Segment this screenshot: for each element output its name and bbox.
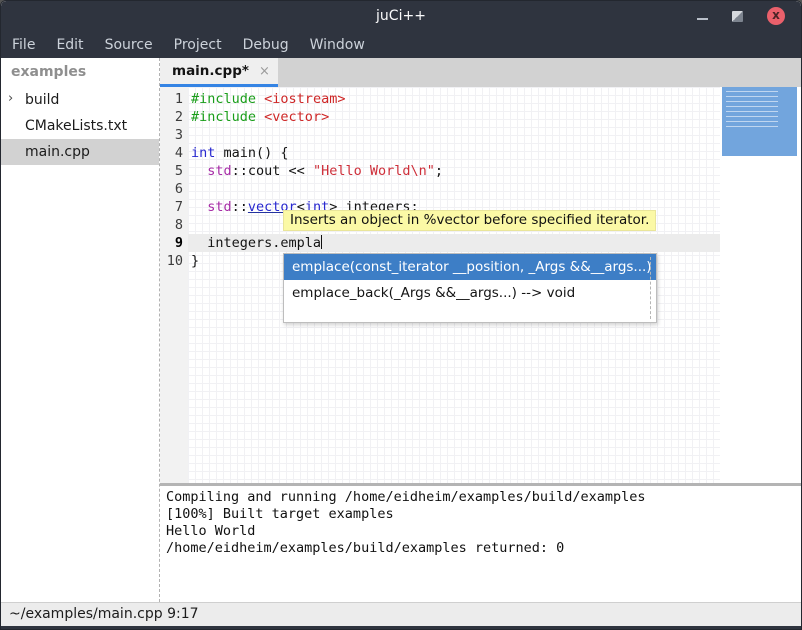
line-number: 6 <box>160 180 188 198</box>
line-number: 9 <box>160 234 188 252</box>
main-area: examples › build CMakeLists.txt main.cpp ma… <box>1 58 801 602</box>
code-segment: std <box>207 199 231 215</box>
menubar: File Edit Source Project Debug Window <box>1 31 801 58</box>
tabbar: main.cpp* × <box>160 58 801 87</box>
code-segment: #include <box>191 91 256 107</box>
menu-item-source[interactable]: Source <box>105 37 153 53</box>
menu-item-project[interactable]: Project <box>174 37 222 53</box>
line-number: 10 <box>160 252 188 270</box>
editor: 12345678910 Inserts an object in %vector… <box>160 87 801 483</box>
code-segment: <vector> <box>264 109 329 125</box>
titlebar: juCi++ x <box>1 1 801 31</box>
editor-column: main.cpp* × 12345678910 Inserts an object… <box>160 58 801 602</box>
tab-label: main.cpp* <box>172 63 249 79</box>
build-output-panel[interactable]: Compiling and running /home/eidheim/exam… <box>160 486 801 602</box>
window-title: juCi++ <box>1 8 801 24</box>
code-segment <box>256 109 264 125</box>
window-controls: x <box>697 7 801 25</box>
menu-item-window[interactable]: Window <box>310 37 365 53</box>
code-segment <box>191 163 207 179</box>
autocomplete-item[interactable]: emplace(const_iterator __position, _Args… <box>284 254 656 280</box>
line-number: 1 <box>160 90 188 108</box>
chevron-right-icon[interactable]: › <box>8 91 13 106</box>
line-number: 3 <box>160 126 188 144</box>
file-tree: › build CMakeLists.txt main.cpp <box>1 87 159 165</box>
autocomplete-scrollbar[interactable] <box>650 257 651 319</box>
output-line: Compiling and running /home/eidheim/exam… <box>166 489 801 506</box>
code-segment: <iostream> <box>264 91 345 107</box>
line-number: 2 <box>160 108 188 126</box>
menu-item-debug[interactable]: Debug <box>243 37 289 53</box>
line-number: 5 <box>160 162 188 180</box>
line-number: 7 <box>160 198 188 216</box>
code-line[interactable] <box>188 180 720 198</box>
tree-item-label: main.cpp <box>25 144 90 160</box>
tab-close-icon[interactable]: × <box>259 64 270 79</box>
code-segment: "Hello World\n" <box>313 163 435 179</box>
statusbar: ~/examples/main.cpp 9:17 <box>1 602 801 626</box>
autocomplete-popup: emplace(const_iterator __position, _Args… <box>283 253 657 323</box>
sidebar-item-cmakelists.txt[interactable]: CMakeLists.txt <box>1 113 159 139</box>
autocomplete-item[interactable]: emplace_back(_Args &&__args...) --> void <box>284 280 656 306</box>
code-segment: std <box>207 163 231 179</box>
code-segment <box>191 199 207 215</box>
window-bottom-edge <box>1 626 801 629</box>
code-segment: :: <box>232 199 248 215</box>
menu-item-file[interactable]: File <box>12 37 35 53</box>
project-name-label: examples <box>1 58 159 87</box>
code-line[interactable] <box>188 126 720 144</box>
line-number-gutter: 12345678910 <box>160 87 188 483</box>
line-number: 4 <box>160 144 188 162</box>
code-segment: int <box>191 145 215 161</box>
code-line[interactable]: int main() { <box>188 144 720 162</box>
code-segment: ; <box>435 163 443 179</box>
tree-item-label: CMakeLists.txt <box>25 118 127 134</box>
line-number: 8 <box>160 216 188 234</box>
code-segment: integers.empla <box>191 235 321 251</box>
sidebar-item-main.cpp[interactable]: main.cpp <box>1 139 159 165</box>
code-segment: ::cout << <box>232 163 313 179</box>
tab-main-cpp[interactable]: main.cpp* × <box>160 58 278 87</box>
minimap-viewport[interactable] <box>722 87 797 156</box>
restore-icon[interactable] <box>732 11 743 22</box>
text-cursor <box>321 235 322 249</box>
code-line[interactable]: #include <iostream> <box>188 90 720 108</box>
code-segment: } <box>191 253 199 269</box>
tree-item-label: build <box>25 92 59 108</box>
menu-item-edit[interactable]: Edit <box>56 37 83 53</box>
code-line[interactable]: #include <vector> <box>188 108 720 126</box>
output-line: Hello World <box>166 523 801 540</box>
output-line: [100%] Built target examples <box>166 506 801 523</box>
app-window: juCi++ x File Edit Source Project Debug Windo… <box>0 0 802 630</box>
code-segment <box>256 91 264 107</box>
sidebar-item-build[interactable]: › build <box>1 87 159 113</box>
minimap[interactable] <box>720 87 801 483</box>
minimize-icon[interactable] <box>697 18 708 20</box>
code-area[interactable]: Inserts an object in %vector before spec… <box>188 87 720 483</box>
code-line[interactable]: std::cout << "Hello World\n"; <box>188 162 720 180</box>
file-tree-sidebar: examples › build CMakeLists.txt main.cpp <box>1 58 160 602</box>
doc-tooltip: Inserts an object in %vector before spec… <box>283 210 656 231</box>
output-line: /home/eidheim/examples/build/examples re… <box>166 540 801 557</box>
close-icon[interactable]: x <box>767 7 785 25</box>
code-line[interactable]: integers.empla <box>188 234 720 252</box>
code-segment: main() { <box>215 145 288 161</box>
code-segment: #include <box>191 109 256 125</box>
